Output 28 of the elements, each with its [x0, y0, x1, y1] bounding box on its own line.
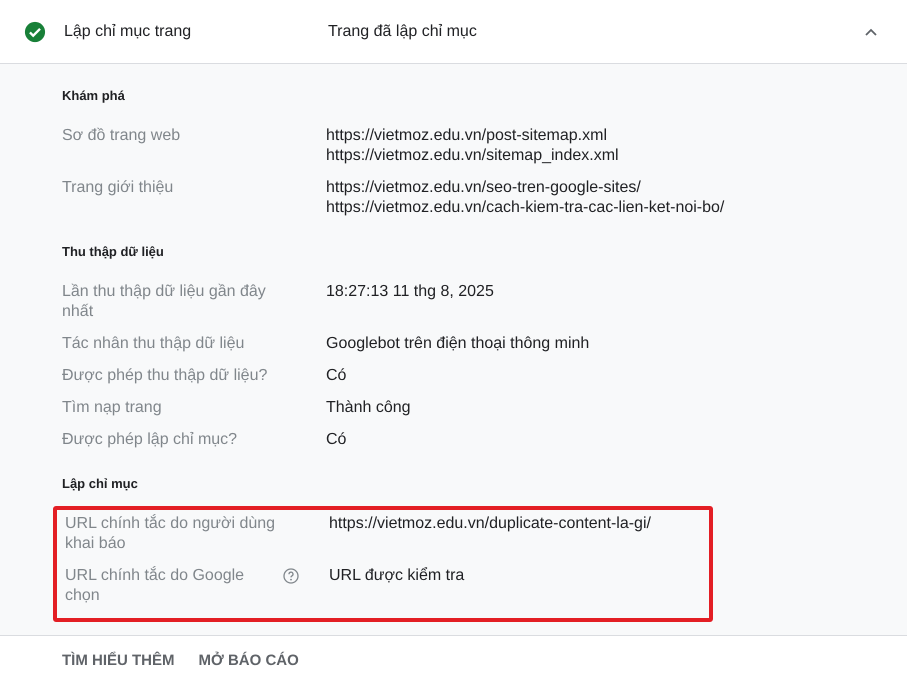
field-label: Sơ đồ trang web: [62, 126, 182, 146]
group-heading: Khám phá: [62, 87, 126, 105]
field-value: https://vietmoz.edu.vn/duplicate-content-la-gi/: [329, 514, 651, 534]
field-label: Lần thu thập dữ liệu gần đây nhất: [62, 282, 267, 322]
field-value: Thành công: [326, 398, 411, 418]
section-title: Lập chỉ mục trang: [64, 22, 192, 40]
field-label: URL chính tắc do người dùng khai báo: [65, 514, 276, 554]
group-heading: Lập chỉ mục: [62, 475, 139, 493]
field-label: Trang giới thiệu: [62, 178, 174, 198]
field-value: https://vietmoz.edu.vn/post-sitemap.xml: [326, 126, 608, 146]
group-heading: Thu thập dữ liệu: [62, 243, 165, 261]
footer-link[interactable]: MỞ BÁO CÁO: [198, 652, 299, 669]
field-value: 18:27:13 11 thg 8, 2025: [326, 282, 494, 302]
footer-link[interactable]: TÌM HIỂU THÊM: [62, 652, 174, 669]
field-label: Được phép lập chỉ mục?: [62, 430, 238, 450]
field-label: Được phép thu thập dữ liệu?: [62, 366, 268, 386]
field-value: https://vietmoz.edu.vn/cach-kiem-tra-cac-lien-ket-noi-bo/: [326, 198, 724, 218]
field-value: Có: [326, 366, 346, 386]
field-value: Có: [326, 430, 346, 450]
field-value: https://vietmoz.edu.vn/seo-tren-google-sites/: [326, 178, 642, 198]
status-text: Trang đã lập chỉ mục: [328, 22, 478, 40]
field-value: Googlebot trên điện thoại thông minh: [326, 334, 590, 354]
field-label: Tìm nạp trang: [62, 398, 163, 418]
field-value: https://vietmoz.edu.vn/sitemap_index.xml: [326, 146, 619, 166]
field-label: Tác nhân thu thập dữ liệu: [62, 334, 246, 354]
help-icon[interactable]: [283, 568, 299, 584]
field-value: URL được kiểm tra: [329, 566, 464, 586]
field-label: URL chính tắc do Google chọn: [65, 566, 246, 606]
